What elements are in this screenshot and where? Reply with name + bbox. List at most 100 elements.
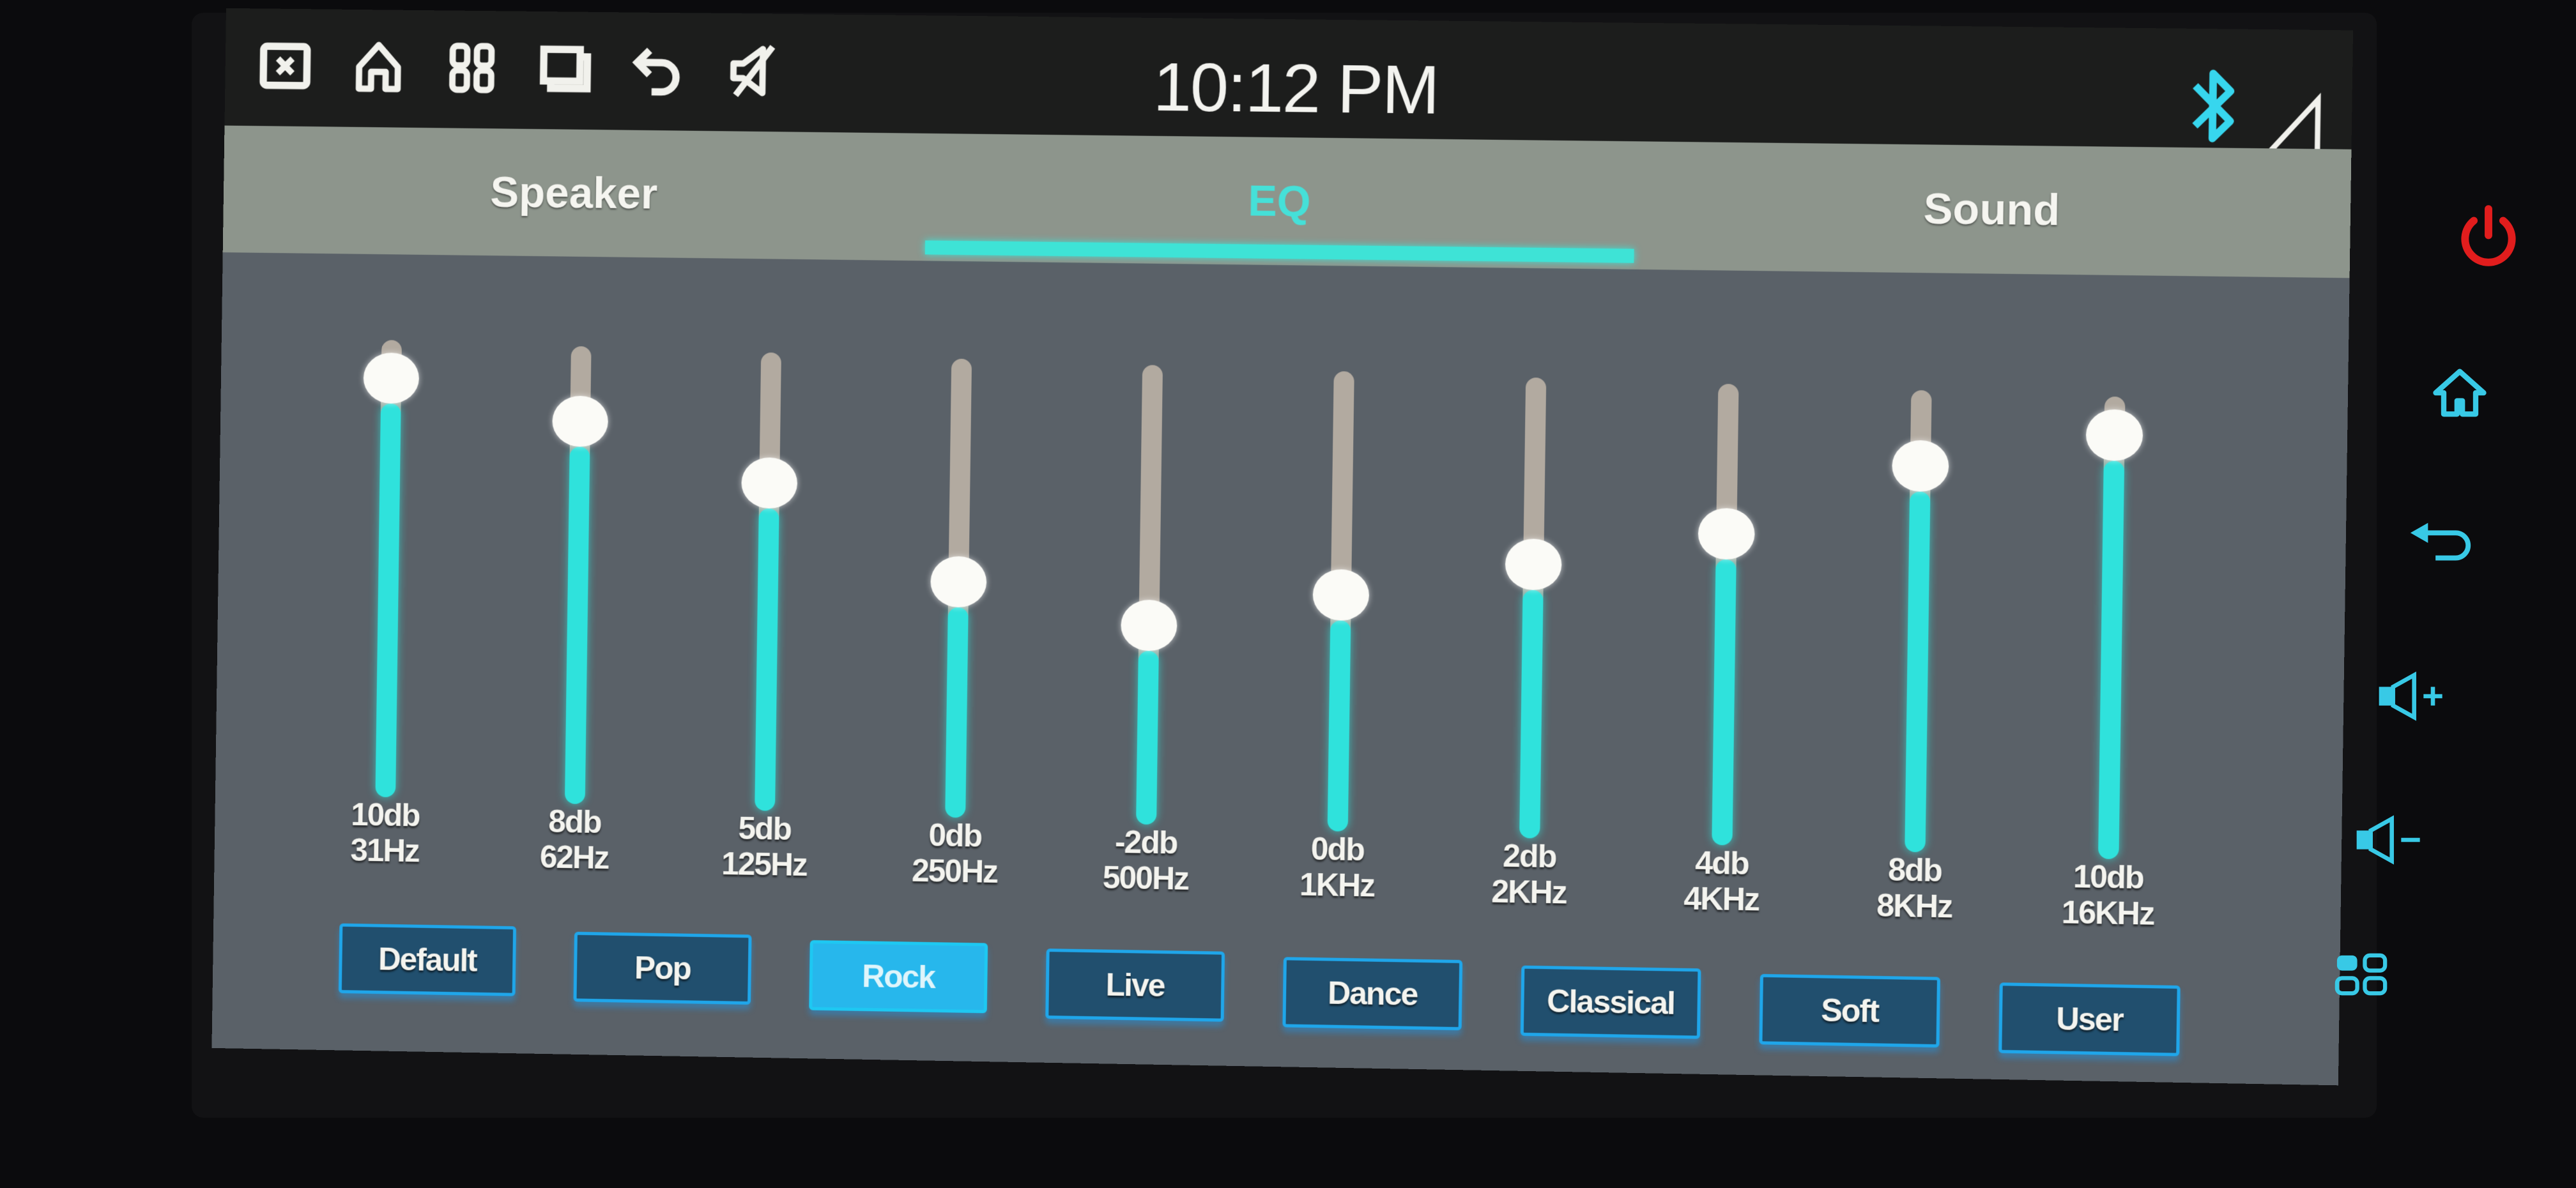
band-label: 8db 62Hz: [479, 802, 670, 876]
preset-soft-button[interactable]: Soft: [1759, 973, 1941, 1048]
band-gain: 5db: [738, 810, 792, 847]
hw-home-button[interactable]: [2428, 361, 2492, 425]
band-frequency: 16KHz: [2061, 894, 2154, 932]
band-frequency: 31Hz: [350, 832, 420, 869]
band-frequency: 500Hz: [1102, 859, 1189, 897]
eq-panel: 10db 31Hz 8db 62Hz 5db 125Hz 0db 250Hz -2db 500Hz…: [211, 252, 2349, 1085]
eq-band-slider[interactable]: 8db 62Hz: [480, 345, 676, 876]
recent-apps-icon[interactable]: [533, 34, 598, 105]
preset-default-button[interactable]: Default: [338, 923, 517, 996]
band-frequency: 250Hz: [911, 852, 998, 890]
slider-knob[interactable]: [363, 352, 420, 404]
power-button[interactable]: [2453, 203, 2524, 273]
band-gain: 2db: [1502, 837, 1556, 875]
slider-fill: [1905, 491, 1931, 853]
slider-fill: [1327, 620, 1351, 832]
band-gain: 8db: [1887, 851, 1942, 889]
back-icon: [2410, 522, 2471, 561]
volume-down-icon: [2356, 815, 2420, 865]
band-frequency: 4KHz: [1683, 880, 1759, 918]
slider-fill: [1136, 650, 1159, 825]
band-label: 2db 2KHz: [1432, 837, 1625, 911]
tab-sound[interactable]: Sound: [1634, 141, 2351, 278]
band-frequency: 125Hz: [721, 846, 808, 883]
slider-fill: [755, 508, 779, 811]
apps-grid-icon: [2334, 953, 2388, 996]
eq-band-slider[interactable]: 4db 4KHz: [1626, 383, 1825, 918]
band-gain: 10db: [350, 796, 420, 834]
band-frequency: 62Hz: [539, 839, 609, 876]
band-frequency: 2KHz: [1491, 873, 1567, 911]
slider-knob[interactable]: [930, 556, 987, 608]
tab-bar: Speaker EQ Sound: [222, 125, 2352, 278]
apps-grid-icon[interactable]: [440, 33, 503, 103]
status-bar: 10:12 PM: [224, 8, 2354, 151]
screen: 10:12 PM Speaker EQ Sound 10db 31Hz 8db 62H…: [211, 8, 2354, 1086]
volume-up-icon: [2379, 671, 2442, 721]
slider-fill: [1712, 559, 1736, 846]
eq-band-slider[interactable]: 10db 16KHz: [2012, 395, 2212, 932]
slider-knob[interactable]: [1505, 538, 1562, 591]
preset-pop-button[interactable]: Pop: [573, 931, 752, 1005]
hw-apps-button[interactable]: [2332, 948, 2393, 1003]
band-label: 4db 4KHz: [1625, 844, 1818, 918]
eq-band-slider[interactable]: 2db 2KHz: [1434, 376, 1632, 911]
slider-knob[interactable]: [2085, 409, 2143, 462]
preset-rock-button[interactable]: Rock: [809, 940, 988, 1014]
power-icon: [2461, 205, 2516, 266]
eq-band-slider[interactable]: 5db 125Hz: [670, 351, 866, 883]
band-gain: 8db: [548, 803, 601, 841]
eq-band-slider[interactable]: -2db 500Hz: [1050, 364, 1248, 897]
preset-user-button[interactable]: User: [1998, 982, 2181, 1056]
slider-knob[interactable]: [1312, 568, 1370, 621]
home-icon: [2433, 369, 2487, 417]
preset-buttons: Default Pop Rock Live Dance Classical Soft User: [212, 921, 2340, 1056]
band-label: -2db 500Hz: [1050, 823, 1242, 897]
slider-fill: [375, 403, 401, 798]
tab-label: EQ: [1247, 176, 1312, 226]
slider-knob[interactable]: [1698, 508, 1756, 560]
slider-fill: [945, 607, 969, 818]
band-gain: 0db: [1310, 830, 1365, 868]
slider-knob[interactable]: [552, 395, 609, 448]
preset-classical-button[interactable]: Classical: [1520, 965, 1701, 1039]
tab-label: Speaker: [489, 167, 658, 218]
back-icon[interactable]: [627, 34, 691, 105]
band-label: 0db 1KHz: [1241, 830, 1434, 904]
volume-up-button[interactable]: [2377, 671, 2447, 722]
band-frequency: 8KHz: [1876, 887, 1952, 925]
band-label: 0db 250Hz: [859, 816, 1050, 891]
preset-live-button[interactable]: Live: [1045, 948, 1225, 1022]
tab-label: Sound: [1923, 184, 2060, 235]
slider-knob[interactable]: [741, 457, 798, 509]
band-gain: 10db: [2073, 858, 2144, 896]
eq-band-slider[interactable]: 0db 250Hz: [860, 358, 1057, 890]
tab-eq[interactable]: EQ: [925, 133, 1636, 270]
band-gain: -2db: [1114, 824, 1177, 861]
band-gain: 0db: [928, 817, 982, 854]
band-label: 10db 31Hz: [290, 796, 480, 870]
band-frequency: 1KHz: [1299, 866, 1375, 904]
band-label: 10db 16KHz: [2011, 858, 2205, 933]
close-window-icon[interactable]: [253, 31, 317, 101]
band-gain: 4db: [1694, 844, 1749, 882]
bluetooth-icon[interactable]: [2186, 61, 2239, 151]
eq-band-slider[interactable]: 0db 1KHz: [1242, 370, 1440, 904]
band-label: 8db 8KHz: [1818, 851, 2012, 925]
status-bar-nav: [253, 31, 785, 106]
slider-knob[interactable]: [1120, 599, 1177, 651]
slider-fill: [564, 446, 590, 804]
eq-band-slider[interactable]: 10db 31Hz: [291, 339, 486, 869]
clock: 10:12 PM: [1153, 47, 1439, 128]
hw-back-button[interactable]: [2405, 517, 2476, 568]
eq-band-slider[interactable]: 8db 8KHz: [1818, 389, 2018, 925]
preset-dance-button[interactable]: Dance: [1282, 957, 1463, 1031]
band-label: 5db 125Hz: [669, 809, 860, 883]
slider-knob[interactable]: [1891, 439, 1949, 492]
volume-down-button[interactable]: [2354, 814, 2425, 865]
tab-speaker[interactable]: Speaker: [223, 126, 927, 261]
mute-icon[interactable]: [721, 36, 785, 107]
home-icon[interactable]: [346, 32, 410, 102]
slider-fill: [2098, 461, 2125, 860]
slider-fill: [1519, 590, 1544, 839]
